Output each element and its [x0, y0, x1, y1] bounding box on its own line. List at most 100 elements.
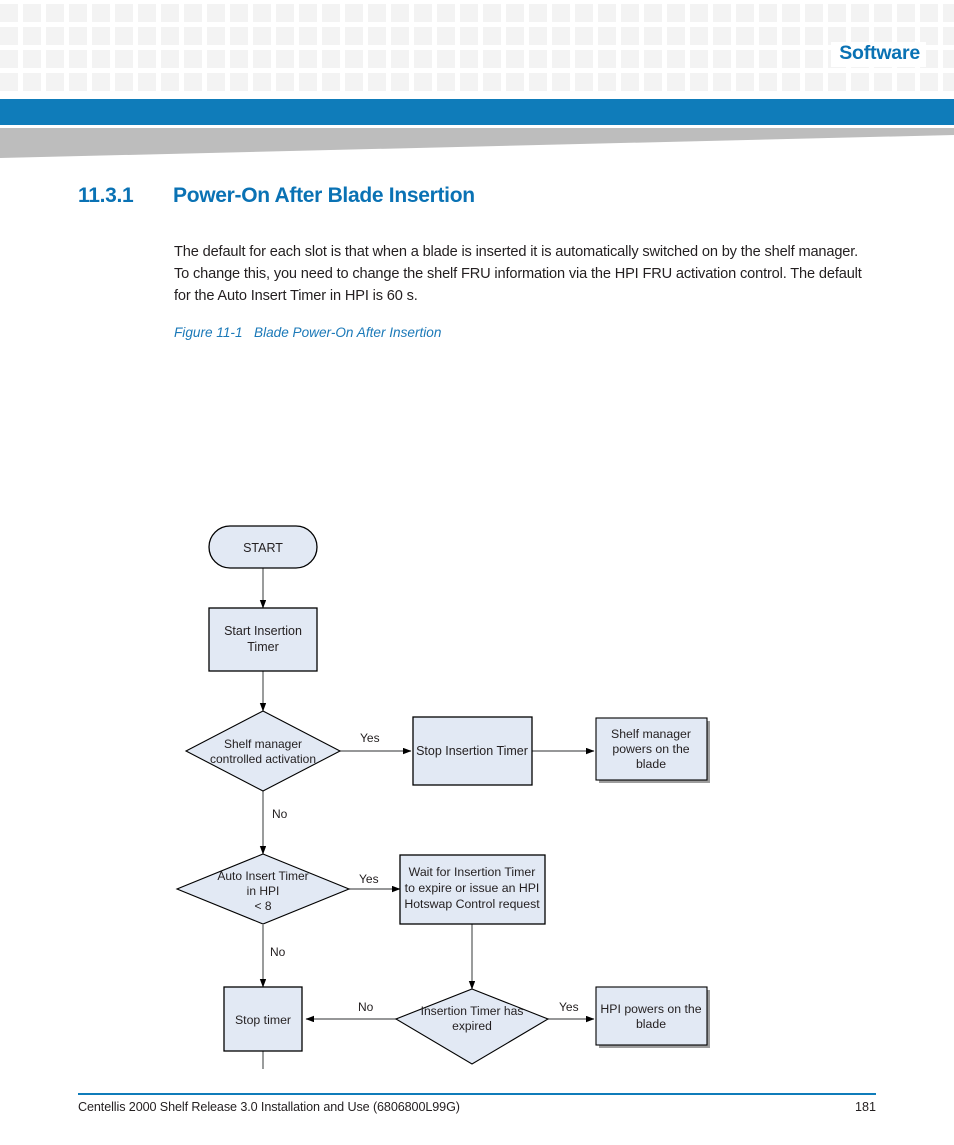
node-label-line2: expired [452, 1019, 492, 1033]
header-grid-cell [828, 4, 846, 22]
header-grid-cell [437, 4, 455, 22]
header-grid-cell [621, 50, 639, 68]
header-grid-cell [23, 27, 41, 45]
header-grid-cell [437, 50, 455, 68]
header-grid-cell [345, 73, 363, 91]
flowchart-node-auto-insert-timer-decision: Auto Insert Timer in HPI < 8 [175, 853, 351, 925]
node-label: Stop timer [235, 1013, 291, 1027]
header-grid-row [0, 73, 954, 91]
node-label-line1: Wait for Insertion Timer [409, 865, 536, 879]
header-grid-cell [483, 27, 501, 45]
header-grid-cell [23, 4, 41, 22]
header-grid-cell [943, 27, 954, 45]
header-grid-row [0, 27, 954, 45]
node-label-line2: powers on the [612, 742, 689, 756]
header-grid-cell [115, 50, 133, 68]
header-grid-cell [0, 4, 18, 22]
header-grid-cell [345, 4, 363, 22]
header-grid-cell [368, 73, 386, 91]
header-grid-cell [529, 73, 547, 91]
header-grid-cell [276, 73, 294, 91]
header-grid-cell [299, 27, 317, 45]
header-grid-cell [805, 73, 823, 91]
footer-page-number: 181 [854, 1100, 876, 1114]
section-heading: 11.3.1 Power-On After Blade Insertion [78, 184, 878, 208]
header-grid-cell [92, 73, 110, 91]
figure-number: Figure 11-1 [174, 325, 243, 340]
header-grid-cell [851, 73, 869, 91]
header-grid-cell [69, 50, 87, 68]
flowchart-node-shelf-manager-powers-on-blade: Shelf manager powers on the blade [595, 717, 710, 783]
header-grid-cell [506, 73, 524, 91]
header-grid-cell [138, 50, 156, 68]
node-label-line1: Shelf manager [611, 727, 691, 741]
header-grid-cell [253, 73, 271, 91]
header-grid-cell [184, 27, 202, 45]
header-grid-cell [598, 50, 616, 68]
header-grid-cell [782, 50, 800, 68]
header-grid-cell [437, 73, 455, 91]
header-grid-cell [552, 27, 570, 45]
header-grid-cell [230, 73, 248, 91]
header-grid-cell [759, 50, 777, 68]
header-grid-cell [207, 4, 225, 22]
header-grid-cell [138, 27, 156, 45]
header-grid-cell [943, 4, 954, 22]
edge-label-expired-yes: Yes [559, 1000, 579, 1014]
header-grid-cell [299, 50, 317, 68]
header-grid-cell [483, 50, 501, 68]
header-grid-cell [92, 27, 110, 45]
section-number: 11.3.1 [78, 184, 134, 207]
header-grid-cell [759, 73, 777, 91]
header-grid-cell [184, 50, 202, 68]
header-grid-cell [621, 4, 639, 22]
header-grid-cell [483, 4, 501, 22]
header-grid-cell [46, 27, 64, 45]
header-grid-cell [920, 73, 938, 91]
header-grid-cell [529, 27, 547, 45]
header-grid-cell [161, 73, 179, 91]
header-grid-cell [736, 4, 754, 22]
header-grid-cell [874, 73, 892, 91]
header-grid-row [0, 4, 954, 22]
edge-label-shelf-manager-no: No [272, 807, 288, 821]
header-grid-cell [690, 50, 708, 68]
header-grid-cell [115, 73, 133, 91]
header-grid-cell [644, 50, 662, 68]
header-grid-cell [46, 73, 64, 91]
header-grid-cell [299, 73, 317, 91]
header-grid-cell [23, 50, 41, 68]
node-label-line2: to expire or issue an HPI [405, 881, 540, 895]
node-label-line1: Auto Insert Timer [217, 869, 308, 883]
node-label-line2: in HPI [247, 884, 280, 898]
flowchart-node-insertion-timer-expired-decision: Insertion Timer has expired [394, 988, 550, 1065]
header-grid-cell [161, 4, 179, 22]
header-grid-cell [897, 73, 915, 91]
header-grid-cell [138, 73, 156, 91]
header-grid-cell [460, 73, 478, 91]
header-grid-cell [437, 27, 455, 45]
header-grid-cell [322, 4, 340, 22]
header-grid-cell [805, 27, 823, 45]
header-grid-cell [575, 50, 593, 68]
flowchart-node-hpi-powers-on-blade: HPI powers on the blade [595, 986, 710, 1048]
header-grid-cell [575, 73, 593, 91]
figure-caption: Figure 11-1 Blade Power-On After Insertio… [174, 325, 441, 340]
header-grid-cell [690, 4, 708, 22]
header-grid-cell [897, 4, 915, 22]
header-accent-bar [0, 99, 954, 125]
header-grid-cell [69, 73, 87, 91]
header-grid-cell [368, 4, 386, 22]
header-grid-cell [253, 4, 271, 22]
header-grid-cell [92, 50, 110, 68]
header-grid-cell [920, 4, 938, 22]
node-label-line2: controlled activation [210, 752, 316, 766]
header-grid-cell [391, 27, 409, 45]
header-grid-cell [851, 4, 869, 22]
header-grid-cell [667, 4, 685, 22]
header-grid-cell [529, 50, 547, 68]
header-grid-cell [460, 4, 478, 22]
header-grid-cell [644, 27, 662, 45]
header-grid-cell [713, 4, 731, 22]
flowchart-node-start-insertion-timer: Start Insertion Timer [208, 607, 318, 672]
